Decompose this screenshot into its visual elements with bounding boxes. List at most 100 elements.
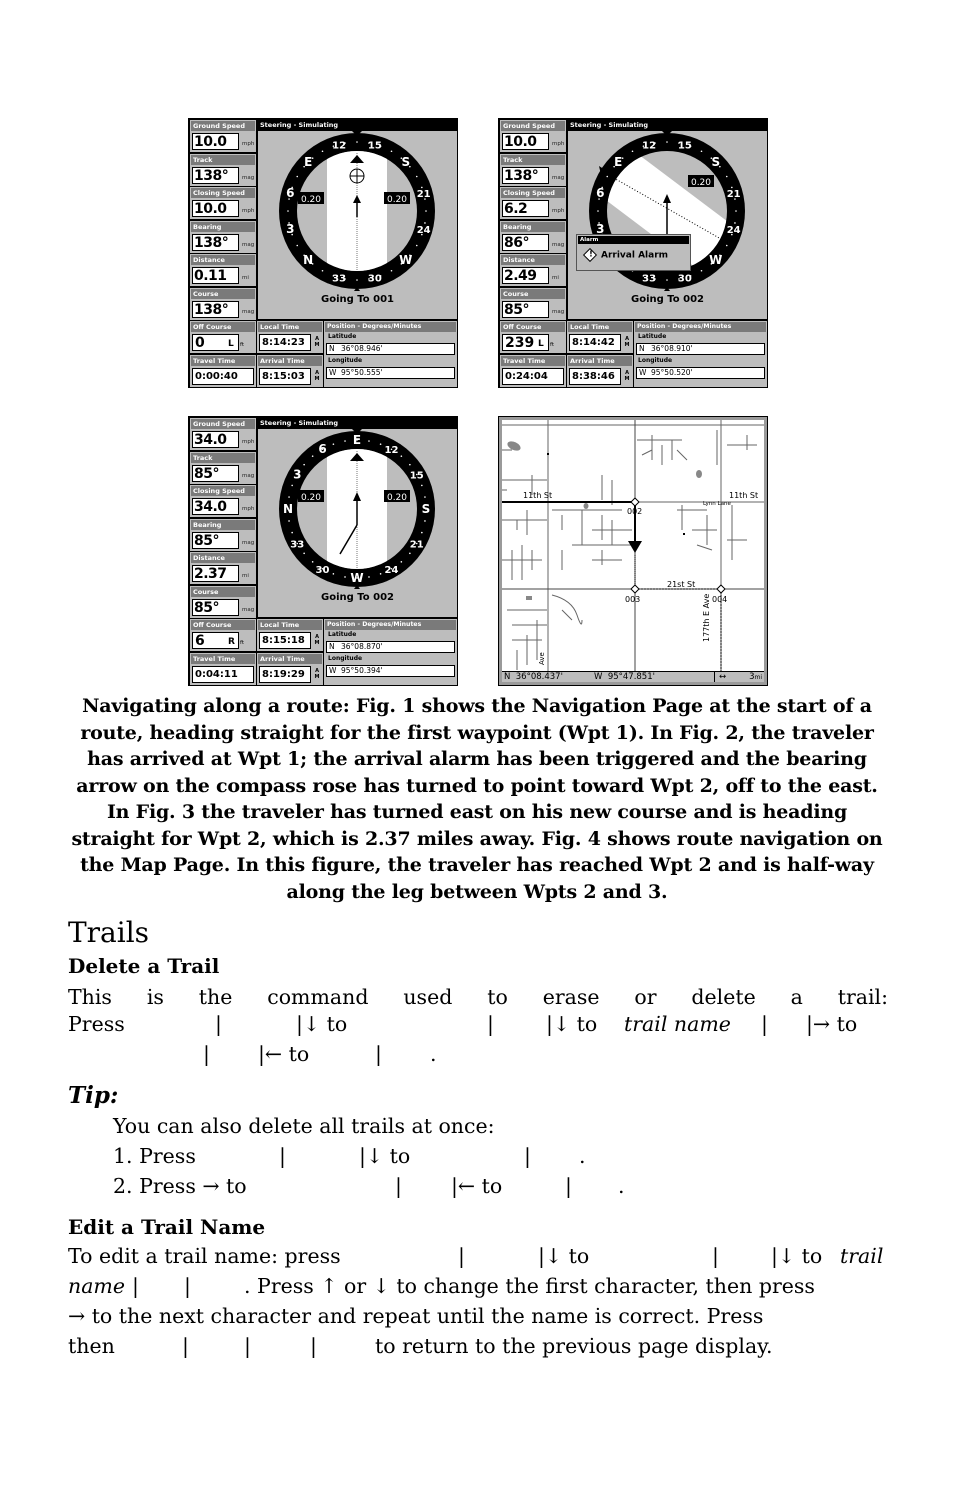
- longitude-label: Longitude: [328, 655, 363, 662]
- data-box-closing-speed[interactable]: Closing Speed 34.0 mph: [190, 485, 256, 517]
- figure-1-navigation-page: Ground Speed 10.0 mph Track 138° mag Closing S…: [188, 118, 458, 388]
- arrival-time[interactable]: Arrival Time 8:19:29 A M: [257, 653, 323, 685]
- data-box-value: 138°: [192, 300, 239, 318]
- off-course[interactable]: Off Course 6 Rft: [190, 619, 256, 651]
- map-label-ave: Ave: [538, 652, 546, 665]
- map-longitude: W 95°47.851': [594, 672, 655, 682]
- arrival-time-label: Arrival Time: [258, 654, 322, 664]
- data-box-course[interactable]: Course 85° mag: [190, 585, 256, 618]
- off-course-label: Off Course: [191, 620, 255, 630]
- local-time[interactable]: Local Time 8:15:18 A M: [257, 619, 323, 651]
- going-to-waypoint: Going To 002: [321, 592, 394, 603]
- data-box-label: Ground Speed: [191, 419, 255, 429]
- data-box-unit: mi: [242, 573, 249, 579]
- off-course-unit: ft: [240, 342, 244, 348]
- data-box-unit: mph: [552, 208, 565, 214]
- compass-label: W: [350, 571, 363, 585]
- position-panel: Position - Degrees/Minutes Latitude N 36°08…: [324, 321, 457, 387]
- compass-label: 3: [293, 468, 301, 482]
- latitude-text: 36°08.946': [341, 344, 383, 353]
- data-box-distance[interactable]: Distance 0.11 mi: [190, 254, 256, 286]
- data-box-label: Track: [501, 154, 565, 165]
- data-box-bearing[interactable]: Bearing 85° mag: [190, 518, 256, 551]
- am-pm-indicator: AM: [314, 336, 320, 348]
- data-box-unit: mph: [242, 141, 255, 147]
- off-course-unit: ft: [240, 640, 244, 646]
- latitude-hemisphere: N: [329, 642, 335, 651]
- compass-label: W: [709, 253, 722, 267]
- off-course[interactable]: Off Course 0 Lft: [190, 321, 256, 353]
- off-course-side: L: [228, 339, 234, 349]
- compass-label: 15: [410, 471, 424, 482]
- data-box-bearing[interactable]: Bearing 138° mag: [190, 220, 256, 253]
- compass-label: 15: [678, 140, 692, 151]
- local-time-value: 8:14:23: [259, 334, 311, 351]
- travel-time[interactable]: Travel Time 0:24:04: [500, 355, 566, 387]
- section-heading-trails: Trails: [68, 916, 150, 949]
- data-box-label: Course: [501, 288, 565, 299]
- data-box-label: Course: [191, 288, 255, 299]
- data-box-label: Track: [191, 154, 255, 165]
- data-box-label: Distance: [191, 553, 255, 563]
- longitude-value: W 95°50.520': [636, 367, 765, 379]
- travel-time[interactable]: Travel Time 0:00:40: [190, 355, 256, 387]
- off-course-label: Off Course: [501, 322, 565, 332]
- arrival-time-value: 8:38:46: [569, 368, 621, 385]
- data-box-track[interactable]: Track 138° mag: [500, 153, 566, 186]
- data-box-ground-speed[interactable]: Ground Speed 34.0 mph: [190, 418, 256, 450]
- going-to-waypoint: Going To 001: [321, 294, 394, 305]
- compass-label: E: [614, 155, 622, 169]
- word: delete: [691, 985, 756, 1009]
- compass-label: 30: [316, 565, 330, 576]
- data-box-ground-speed[interactable]: Ground Speed 10.0 mph: [190, 120, 256, 152]
- arrival-time[interactable]: Arrival Time 8:15:03 A M: [257, 355, 323, 387]
- compass-label: 21: [727, 189, 741, 200]
- map-view[interactable]: 11th St 11th St Lynn Lane 002 21st St 00…: [499, 417, 767, 685]
- data-box-unit: mag: [242, 472, 255, 479]
- data-box-value: 85°: [192, 531, 239, 549]
- travel-time-value: 0:00:40: [192, 368, 254, 385]
- data-box-course[interactable]: Course 85° mag: [500, 287, 566, 320]
- travel-time[interactable]: Travel Time 0:04:11: [190, 653, 256, 685]
- position-panel: Position - Degrees/Minutes Latitude N 36°08…: [634, 321, 767, 387]
- longitude-hemisphere: W: [639, 368, 647, 377]
- steering-title: Steering - Simulating: [568, 120, 767, 131]
- compass-label: 33: [290, 540, 304, 551]
- alarm-title: Alarm: [578, 236, 689, 244]
- travel-time-label: Travel Time: [501, 356, 565, 366]
- data-box-unit: mag: [552, 174, 565, 181]
- off-course-side: R: [228, 637, 235, 647]
- data-box-unit: mag: [242, 241, 255, 248]
- map-label-21st-st: 21st St: [667, 580, 696, 589]
- local-time[interactable]: Local Time 8:14:23 A M: [257, 321, 323, 353]
- arrival-alarm-dialog[interactable]: Alarm Arrival Alarm: [576, 234, 691, 271]
- data-box-track[interactable]: Track 85° mag: [190, 451, 256, 484]
- latitude-value: N 36°08.870': [326, 641, 455, 653]
- compass-label: E: [304, 155, 312, 169]
- position-panel: Position - Degrees/Minutes Latitude N 36°08…: [324, 619, 457, 685]
- local-time[interactable]: Local Time 8:14:42 A M: [567, 321, 633, 353]
- data-box-course[interactable]: Course 138° mag: [190, 287, 256, 320]
- off-course[interactable]: Off Course 239 Lft: [500, 321, 566, 353]
- data-box-closing-speed[interactable]: Closing Speed 10.0 mph: [190, 187, 256, 219]
- compass-label: E: [353, 433, 361, 447]
- data-box-label: Distance: [501, 255, 565, 265]
- data-box-track[interactable]: Track 138° mag: [190, 153, 256, 186]
- data-box-closing-speed[interactable]: Closing Speed 6.2 mph: [500, 187, 566, 219]
- data-box-distance[interactable]: Distance 2.49 mi: [500, 254, 566, 286]
- compass-label: 33: [642, 274, 656, 285]
- local-time-value: 8:15:18: [259, 632, 311, 649]
- compass-label: 33: [332, 274, 346, 285]
- data-box-ground-speed[interactable]: Ground Speed 10.0 mph: [500, 120, 566, 152]
- arrival-time[interactable]: Arrival Time 8:38:46 A M: [567, 355, 633, 387]
- longitude-label: Longitude: [328, 357, 363, 364]
- data-box-bearing[interactable]: Bearing 86° mag: [500, 220, 566, 253]
- latitude-label: Latitude: [328, 631, 357, 638]
- data-box-value: 2.49: [502, 267, 549, 284]
- navigation-page: Ground Speed 10.0 mph Track 138° mag Closing S…: [189, 119, 457, 387]
- steering-title: Steering - Simulating: [258, 120, 457, 131]
- word: to: [487, 985, 508, 1009]
- data-box-distance[interactable]: Distance 2.37 mi: [190, 552, 256, 584]
- alarm-message: Arrival Alarm: [577, 245, 690, 263]
- word: the: [198, 985, 233, 1009]
